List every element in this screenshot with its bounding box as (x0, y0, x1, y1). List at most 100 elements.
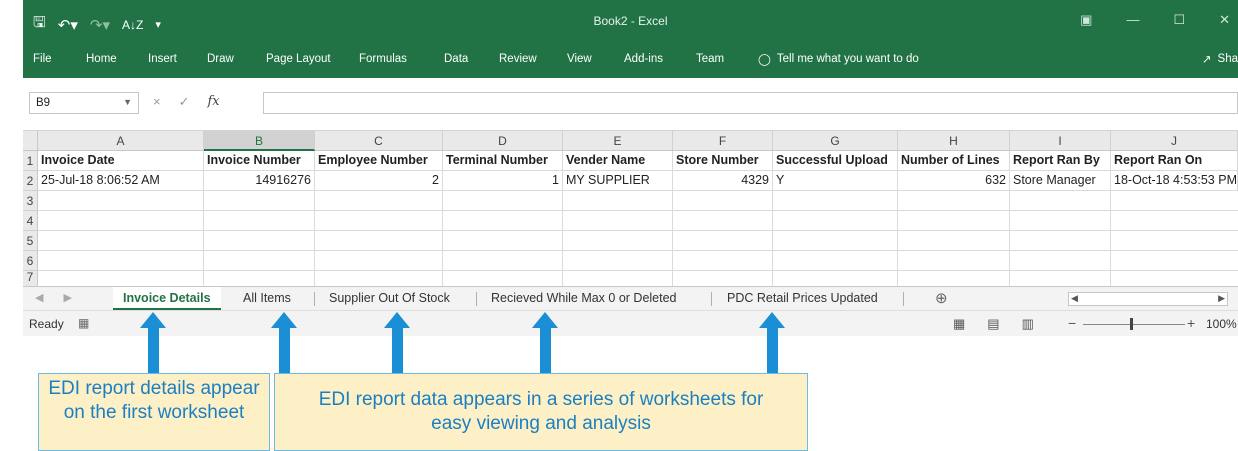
scroll-right-icon[interactable]: ▶ (63, 291, 71, 304)
column-header-d[interactable]: D (443, 131, 563, 151)
table-cell[interactable]: 25-Jul-18 8:06:52 AM (38, 171, 204, 191)
table-cell[interactable]: Y (773, 171, 898, 191)
sheet-tab-received-while-max-0[interactable]: Recieved While Max 0 or Deleted (481, 290, 687, 306)
arrow-up-icon (140, 312, 166, 374)
status-ready: Ready (29, 317, 64, 331)
table-cell[interactable]: MY SUPPLIER (563, 171, 673, 191)
tab-file[interactable]: File (33, 53, 52, 65)
zoom-out-icon[interactable]: − (1068, 315, 1076, 331)
arrow-up-icon (271, 312, 297, 374)
document-title: Book2 - Excel (593, 14, 668, 28)
page-layout-view-icon[interactable]: ▤ (987, 316, 999, 332)
sheet-tab-supplier-out-of-stock[interactable]: Supplier Out Of Stock (319, 290, 460, 306)
table-header-cell[interactable]: Vender Name (563, 151, 673, 171)
scroll-left-arrow-icon[interactable]: ◀ (1071, 293, 1078, 304)
zoom-slider-handle[interactable] (1130, 318, 1133, 330)
column-header-g[interactable]: G (773, 131, 898, 151)
zoom-slider[interactable] (1083, 324, 1185, 325)
ribbon-display-icon[interactable]: ▣ (1080, 12, 1092, 28)
share-label: Sha (1217, 53, 1238, 65)
sheet-tab-invoice-details[interactable]: Invoice Details (113, 287, 221, 310)
column-header-c[interactable]: C (315, 131, 443, 151)
tab-add-ins[interactable]: Add-ins (624, 53, 663, 65)
close-icon[interactable]: ✕ (1219, 12, 1230, 28)
arrow-up-icon (532, 312, 558, 374)
add-sheet-icon[interactable]: ⊕ (935, 289, 948, 307)
tab-data[interactable]: Data (444, 53, 468, 65)
table-header-cell[interactable]: Report Ran On (1111, 151, 1238, 171)
insert-function-icon[interactable]: fx (208, 94, 220, 110)
maximize-icon[interactable]: ☐ (1173, 12, 1185, 28)
ribbon-tabs: File Home Insert Draw Page Layout Formul… (23, 42, 1238, 78)
column-header-b[interactable]: B (204, 131, 315, 151)
normal-view-icon[interactable]: ▦ (953, 316, 965, 332)
arrow-up-icon (759, 312, 785, 374)
scroll-right-arrow-icon[interactable]: ▶ (1218, 293, 1225, 304)
column-header-j[interactable]: J (1111, 131, 1238, 151)
worksheet-grid: A B C D E F G H I J 1 2 3 4 5 6 7 Invoic… (23, 130, 1238, 286)
tab-home[interactable]: Home (86, 53, 117, 65)
name-box[interactable]: B9 ▼ (29, 92, 139, 114)
sheet-tab-all-items[interactable]: All Items (233, 290, 301, 306)
column-header-e[interactable]: E (563, 131, 673, 151)
table-cell[interactable]: 2 (315, 171, 443, 191)
view-buttons: ▦ ▤ ▥ (953, 316, 1034, 332)
status-bar: Ready ▦ ▦ ▤ ▥ − + 100% (23, 310, 1238, 336)
table-cell[interactable]: 632 (898, 171, 1010, 191)
table-header-cell[interactable]: Successful Upload (773, 151, 898, 171)
table-cell[interactable]: Store Manager (1010, 171, 1111, 191)
cancel-icon[interactable]: × (153, 94, 161, 110)
formula-bar-buttons: × ✓ fx (153, 94, 220, 110)
window-controls: ▣ — ☐ ✕ (1080, 12, 1230, 28)
tab-insert[interactable]: Insert (148, 53, 177, 65)
tab-review[interactable]: Review (499, 53, 537, 65)
sheet-tab-bar: ◀ ▶ Invoice Details All Items Supplier O… (23, 286, 1238, 310)
table-header-cell[interactable]: Invoice Date (38, 151, 204, 171)
table-header-cell[interactable]: Terminal Number (443, 151, 563, 171)
table-header-cell[interactable]: Invoice Number (204, 151, 315, 171)
zoom-level[interactable]: 100% (1206, 317, 1237, 331)
sheet-tab-pdc-retail-prices[interactable]: PDC Retail Prices Updated (717, 290, 888, 306)
lightbulb-icon: ◯ (758, 54, 771, 66)
table-header-cell[interactable]: Employee Number (315, 151, 443, 171)
enter-icon[interactable]: ✓ (179, 94, 190, 110)
zoom-in-icon[interactable]: + (1187, 315, 1195, 331)
row-header-4[interactable]: 4 (23, 211, 38, 231)
row-header-6[interactable]: 6 (23, 251, 38, 271)
table-cell[interactable]: 18-Oct-18 4:53:53 PM (1111, 171, 1238, 191)
table-header-cell[interactable]: Report Ran By (1010, 151, 1111, 171)
callout-series-worksheets: EDI report data appears in a series of w… (274, 373, 808, 451)
tab-view[interactable]: View (567, 53, 592, 65)
column-header-i[interactable]: I (1010, 131, 1111, 151)
chevron-down-icon[interactable]: ▼ (123, 97, 132, 107)
row-header-1[interactable]: 1 (23, 151, 38, 171)
column-header-a[interactable]: A (38, 131, 204, 151)
row-header-3[interactable]: 3 (23, 191, 38, 211)
table-cell[interactable]: 4329 (673, 171, 773, 191)
select-all-corner[interactable] (23, 131, 38, 151)
table-cell[interactable]: 1 (443, 171, 563, 191)
row-header-5[interactable]: 5 (23, 231, 38, 251)
column-header-f[interactable]: F (673, 131, 773, 151)
tab-divider (711, 292, 712, 306)
macro-recording-icon[interactable]: ▦ (78, 316, 89, 330)
empty-rows[interactable] (38, 191, 1238, 286)
tab-divider (903, 292, 904, 306)
row-header-2[interactable]: 2 (23, 171, 38, 191)
share-button[interactable]: ↗ Sha (1202, 52, 1238, 66)
formula-input[interactable] (263, 92, 1238, 114)
row-header-7[interactable]: 7 (23, 271, 38, 286)
scroll-left-icon[interactable]: ◀ (35, 291, 43, 304)
tab-page-layout[interactable]: Page Layout (266, 53, 331, 65)
tell-me-box[interactable]: ◯ Tell me what you want to do (758, 52, 919, 66)
minimize-icon[interactable]: — (1126, 12, 1139, 28)
tab-draw[interactable]: Draw (207, 53, 234, 65)
table-header-cell[interactable]: Store Number (673, 151, 773, 171)
page-break-view-icon[interactable]: ▥ (1022, 316, 1034, 332)
tab-team[interactable]: Team (696, 53, 724, 65)
tab-formulas[interactable]: Formulas (359, 53, 407, 65)
table-header-cell[interactable]: Number of Lines (898, 151, 1010, 171)
table-cell[interactable]: 14916276 (204, 171, 315, 191)
column-header-h[interactable]: H (898, 131, 1010, 151)
horizontal-scrollbar[interactable]: ◀ ▶ (1068, 292, 1228, 306)
